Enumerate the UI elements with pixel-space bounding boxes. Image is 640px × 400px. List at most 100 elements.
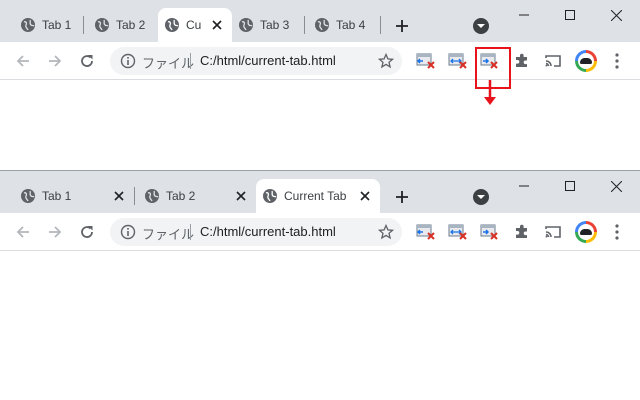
forward-arrow-icon: [49, 55, 62, 67]
cast-button[interactable]: [543, 222, 563, 242]
window-close-button[interactable]: [593, 0, 639, 30]
browser-window-bottom: Tab 1 Tab 2 Current Tab ファイル C:/html/cur…: [0, 170, 640, 400]
back-button[interactable]: [11, 49, 35, 73]
close-icon[interactable]: [112, 189, 126, 203]
close-icon[interactable]: [358, 189, 372, 203]
new-tab-button[interactable]: [391, 186, 413, 208]
toolbar: ファイル C:/html/current-tab.html: [0, 213, 640, 251]
tab-4[interactable]: Tab 4: [308, 8, 378, 42]
address-bar[interactable]: ファイル C:/html/current-tab.html: [110, 47, 402, 75]
address-divider: [190, 53, 191, 69]
globe-icon: [145, 189, 159, 203]
close-other-tabs-extension[interactable]: [448, 222, 468, 242]
minimize-button[interactable]: [501, 171, 547, 201]
reload-button[interactable]: [75, 220, 99, 244]
tab-title: Tab 1: [42, 18, 72, 32]
new-tab-button[interactable]: [391, 15, 413, 37]
toolbar: ファイル C:/html/current-tab.html: [0, 42, 640, 89]
puzzle-icon: [516, 224, 527, 238]
profile-avatar[interactable]: [575, 221, 597, 243]
plus-icon: [396, 20, 408, 32]
tab-1[interactable]: Tab 1: [14, 8, 82, 42]
globe-icon: [165, 18, 179, 32]
tab-title: Tab 1: [42, 189, 72, 203]
maximize-button[interactable]: [547, 171, 593, 201]
minimize-icon: [519, 185, 529, 187]
reload-button[interactable]: [75, 49, 99, 73]
close-icon[interactable]: [210, 18, 224, 32]
tab-close-current-icon: [480, 224, 498, 240]
close-icon: [610, 180, 622, 192]
scheme-label: ファイル: [142, 227, 195, 242]
star-icon[interactable]: [378, 224, 394, 240]
cast-button[interactable]: [543, 51, 563, 71]
tab-search-button[interactable]: [473, 18, 489, 34]
plus-icon: [396, 191, 408, 203]
back-arrow-icon: [16, 226, 29, 238]
kebab-menu-icon[interactable]: [613, 52, 621, 70]
forward-button[interactable]: [43, 220, 67, 244]
tab-3[interactable]: Tab 3: [232, 8, 302, 42]
reload-icon: [81, 55, 93, 67]
tab-current[interactable]: Cu: [158, 8, 232, 42]
maximize-button[interactable]: [547, 0, 593, 30]
tab-2[interactable]: Tab 2: [88, 8, 156, 42]
chevron-down-icon: [477, 24, 485, 28]
extensions-button[interactable]: [512, 51, 532, 71]
cast-icon: [545, 55, 561, 67]
globe-icon: [21, 189, 35, 203]
kebab-menu-icon[interactable]: [613, 223, 621, 241]
star-icon[interactable]: [378, 53, 394, 69]
globe-icon: [263, 189, 277, 203]
browser-window-top: Tab 1 Tab 2 Cu Tab 3 Tab 4 ファイル C:/html/…: [0, 0, 640, 170]
tab-strip: Tab 1 Tab 2 Current Tab: [0, 171, 640, 213]
chevron-down-icon: [477, 195, 485, 199]
tab-2[interactable]: Tab 2: [138, 179, 254, 213]
address-divider: [190, 224, 191, 240]
info-icon[interactable]: [120, 53, 136, 69]
tab-separator: [83, 16, 84, 34]
back-arrow-icon: [16, 55, 29, 67]
close-left-tabs-extension[interactable]: [416, 222, 436, 242]
window-close-button[interactable]: [593, 171, 639, 201]
puzzle-icon: [516, 53, 527, 67]
avatar-silhouette: [580, 58, 592, 64]
close-left-tabs-extension[interactable]: [416, 51, 436, 71]
back-button[interactable]: [11, 220, 35, 244]
tab-search-button[interactable]: [473, 189, 489, 205]
tab-title: Tab 2: [166, 189, 196, 203]
maximize-icon: [565, 10, 575, 20]
profile-avatar[interactable]: [575, 50, 597, 72]
url-text[interactable]: C:/html/current-tab.html: [200, 53, 336, 68]
close-icon: [610, 9, 622, 21]
tab-title: Tab 3: [260, 18, 290, 32]
down-arrow-icon: [484, 80, 496, 105]
close-other-tabs-extension[interactable]: [448, 51, 468, 71]
close-current-tab-extension[interactable]: [480, 222, 500, 242]
url-text[interactable]: C:/html/current-tab.html: [200, 224, 336, 239]
tab-current[interactable]: Current Tab: [256, 179, 380, 213]
tab-separator: [134, 187, 135, 205]
forward-arrow-icon: [49, 226, 62, 238]
globe-icon: [21, 18, 35, 32]
avatar-silhouette: [580, 229, 592, 235]
forward-button[interactable]: [43, 49, 67, 73]
close-current-tab-extension[interactable]: [475, 47, 511, 89]
scheme-label: ファイル: [142, 56, 195, 71]
minimize-icon: [519, 14, 529, 16]
maximize-icon: [565, 181, 575, 191]
tab-title: Cu: [186, 18, 202, 32]
globe-icon: [95, 18, 109, 32]
cast-icon: [545, 226, 561, 238]
tab-1[interactable]: Tab 1: [14, 179, 132, 213]
tab-close-others-icon: [448, 53, 467, 69]
tab-close-left-icon: [416, 224, 435, 240]
globe-icon: [315, 18, 329, 32]
minimize-button[interactable]: [501, 0, 547, 30]
tab-separator: [380, 16, 381, 34]
extensions-button[interactable]: [512, 222, 532, 242]
tab-title: Tab 4: [336, 18, 366, 32]
info-icon[interactable]: [120, 224, 136, 240]
close-icon[interactable]: [234, 189, 248, 203]
address-bar[interactable]: ファイル C:/html/current-tab.html: [110, 218, 402, 246]
